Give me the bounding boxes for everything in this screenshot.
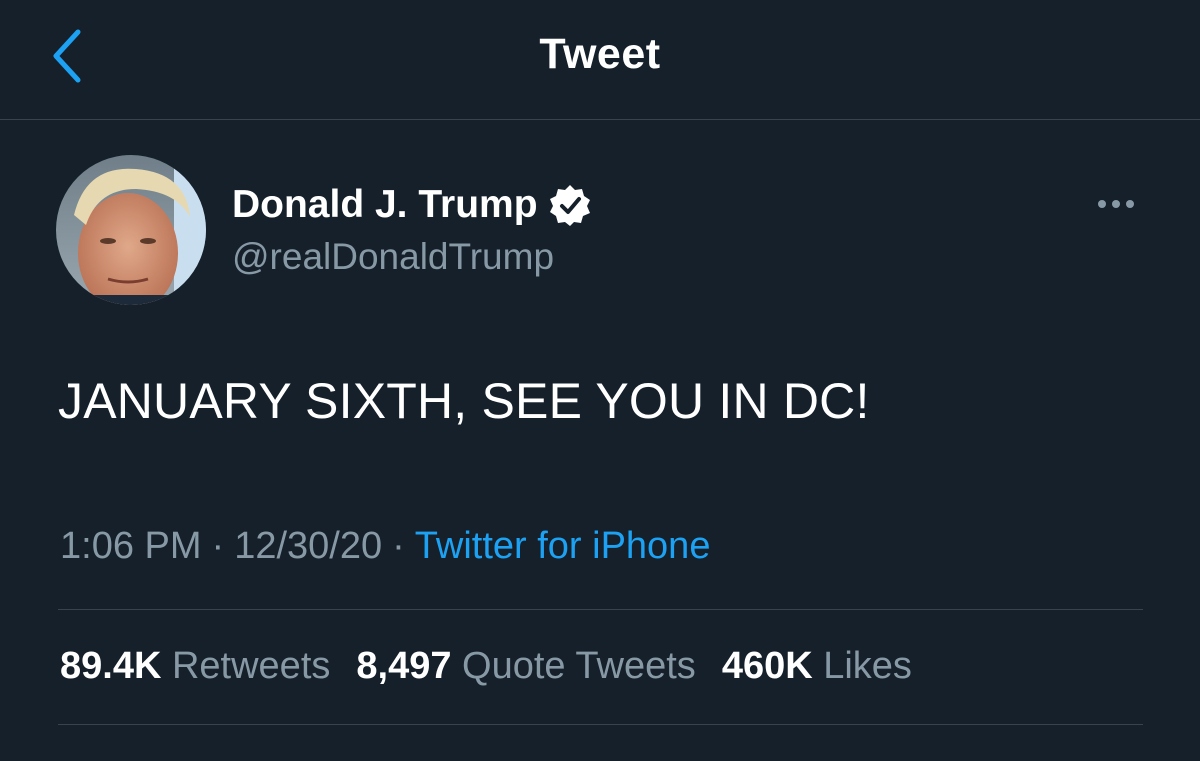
app-header: Tweet bbox=[0, 0, 1200, 120]
quote-tweets-label: Quote Tweets bbox=[462, 645, 696, 687]
likes-stat[interactable]: 460K Likes bbox=[722, 645, 912, 688]
more-options-button[interactable] bbox=[1090, 186, 1146, 222]
tweet-source-link[interactable]: Twitter for iPhone bbox=[415, 525, 711, 567]
avatar[interactable] bbox=[56, 155, 206, 305]
meta-separator: · bbox=[392, 525, 405, 567]
tweet-date: 12/30/20 bbox=[234, 525, 383, 567]
divider bbox=[58, 609, 1143, 610]
tweet-meta: 1:06 PM · 12/30/20 · Twitter for iPhone bbox=[60, 525, 710, 568]
author-handle[interactable]: @realDonaldTrump bbox=[232, 236, 554, 278]
meta-separator: · bbox=[211, 525, 225, 567]
likes-label: Likes bbox=[823, 645, 912, 687]
page-title: Tweet bbox=[539, 30, 661, 78]
tweet-stats: 89.4K Retweets 8,497 Quote Tweets 460K L… bbox=[60, 645, 938, 688]
tweet-text: JANUARY SIXTH, SEE YOU IN DC! bbox=[58, 373, 870, 429]
tweet-time: 1:06 PM bbox=[60, 525, 202, 567]
divider bbox=[58, 724, 1143, 725]
retweets-label: Retweets bbox=[171, 645, 331, 687]
verified-badge-icon bbox=[548, 183, 592, 227]
retweets-stat[interactable]: 89.4K Retweets bbox=[60, 645, 330, 688]
author-name-row[interactable]: Donald J. Trump bbox=[232, 180, 592, 230]
display-name[interactable]: Donald J. Trump bbox=[232, 183, 538, 227]
more-options-icon bbox=[1098, 200, 1134, 208]
retweets-count: 89.4K bbox=[60, 645, 162, 687]
quote-tweets-stat[interactable]: 8,497 Quote Tweets bbox=[356, 645, 695, 688]
likes-count: 460K bbox=[721, 645, 813, 687]
quote-tweets-count: 8,497 bbox=[356, 645, 452, 687]
